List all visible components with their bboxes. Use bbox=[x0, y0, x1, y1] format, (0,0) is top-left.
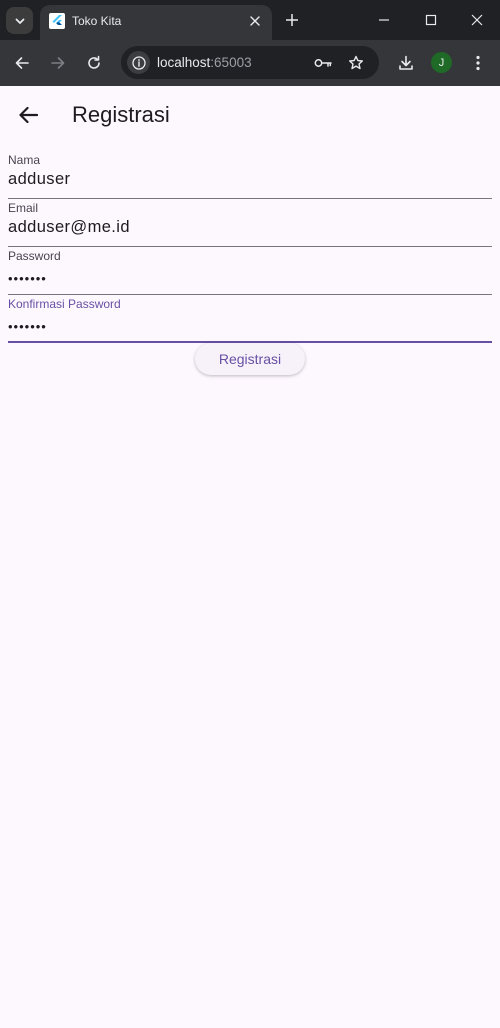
browser-menu-button[interactable] bbox=[466, 51, 490, 75]
plus-icon bbox=[286, 14, 298, 26]
info-icon bbox=[131, 55, 146, 70]
nama-label: Nama bbox=[8, 153, 41, 167]
browser-tab-strip: Toko Kita bbox=[0, 0, 500, 40]
close-icon bbox=[250, 16, 260, 26]
new-tab-button[interactable] bbox=[282, 10, 302, 30]
reload-button[interactable] bbox=[82, 51, 106, 75]
back-nav-button[interactable] bbox=[10, 51, 34, 75]
star-icon bbox=[349, 55, 363, 70]
page-title: Registrasi bbox=[72, 102, 170, 127]
address-bar[interactable]: localhost:65003 bbox=[121, 46, 379, 79]
tab-close-button[interactable] bbox=[246, 12, 264, 30]
password-label: Password bbox=[8, 249, 61, 263]
flutter-logo-icon bbox=[49, 13, 65, 29]
arrow-right-icon bbox=[51, 57, 65, 69]
window-close-button[interactable] bbox=[467, 10, 487, 30]
tab-search-button[interactable] bbox=[6, 7, 33, 34]
site-info-button[interactable] bbox=[127, 51, 150, 74]
download-icon bbox=[399, 55, 413, 70]
password-manager-button[interactable] bbox=[313, 53, 333, 73]
password-field[interactable]: Password ••••••• bbox=[8, 249, 492, 295]
password-value[interactable]: ••••••• bbox=[8, 271, 47, 286]
forward-nav-button[interactable] bbox=[46, 51, 70, 75]
profile-avatar[interactable]: J bbox=[431, 52, 452, 73]
email-underline bbox=[8, 246, 492, 247]
nama-underline bbox=[8, 198, 492, 199]
konfirmasi-password-field[interactable]: Konfirmasi Password ••••••• bbox=[8, 297, 492, 343]
konfirmasi-password-value[interactable]: ••••••• bbox=[8, 319, 47, 334]
reload-icon bbox=[88, 55, 100, 69]
email-value[interactable]: adduser@me.id bbox=[8, 218, 130, 237]
url-host: localhost bbox=[157, 55, 211, 70]
minimize-icon bbox=[379, 19, 389, 21]
arrow-left-icon bbox=[15, 57, 29, 69]
browser-toolbar: localhost:65003 bbox=[0, 40, 500, 86]
app-bar: Registrasi bbox=[0, 86, 500, 142]
bookmark-button[interactable] bbox=[346, 53, 366, 73]
minimize-button[interactable] bbox=[374, 10, 394, 30]
back-button[interactable] bbox=[14, 102, 42, 128]
browser-tab-active[interactable]: Toko Kita bbox=[40, 5, 272, 40]
registrasi-button[interactable]: Registrasi bbox=[195, 343, 305, 375]
downloads-button[interactable] bbox=[394, 51, 418, 75]
key-icon bbox=[314, 59, 332, 67]
maximize-icon bbox=[425, 14, 437, 26]
more-vertical-icon bbox=[476, 55, 480, 71]
chevron-down-icon bbox=[15, 18, 24, 24]
close-icon bbox=[471, 14, 483, 26]
email-label: Email bbox=[8, 201, 39, 215]
nama-value[interactable]: adduser bbox=[8, 170, 70, 189]
password-underline bbox=[8, 294, 492, 295]
email-field[interactable]: Email adduser@me.id bbox=[8, 201, 492, 247]
url-text: localhost:65003 bbox=[157, 55, 252, 70]
tab-title: Toko Kita bbox=[72, 14, 122, 28]
konfirmasi-password-label: Konfirmasi Password bbox=[8, 297, 121, 311]
maximize-button[interactable] bbox=[421, 10, 441, 30]
url-port: :65003 bbox=[210, 55, 252, 70]
arrow-back-icon bbox=[19, 106, 38, 124]
nama-field[interactable]: Nama adduser bbox=[8, 153, 492, 199]
